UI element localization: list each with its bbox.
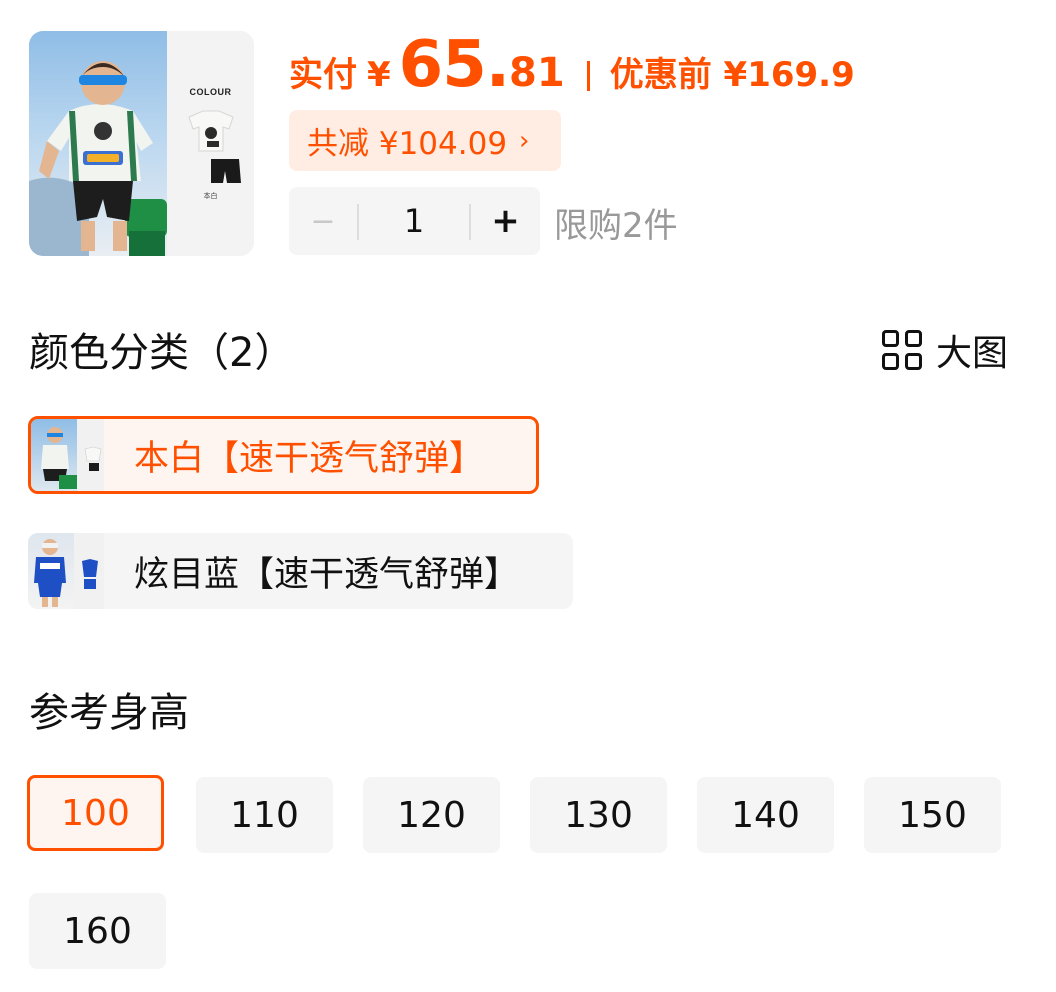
white-outfit-thumbnail-icon [31,419,104,491]
big-view-button[interactable]: 大图 [882,324,1008,376]
quantity-stepper: − 1 + [289,187,540,255]
color-option-blue[interactable]: 炫目蓝【速干透气舒弹】 [28,533,573,609]
price-integer: 65. [398,28,510,102]
color-option-white[interactable]: 本白【速干透气舒弹】 [28,416,539,494]
boy-model-illustration [29,61,167,256]
height-option-100[interactable]: 100 [27,775,164,851]
purchase-limit: 限购2件 [554,206,678,246]
currency-symbol: ¥ [367,55,391,95]
height-section-title: 参考身高 [29,690,189,736]
height-option-120[interactable]: 120 [363,777,500,853]
grid-icon [882,330,922,370]
colour-panel: COLOUR 本白 [167,31,254,256]
height-option-130[interactable]: 130 [530,777,667,853]
discount-detail-button[interactable]: 共减 ¥104.09 › [289,110,561,171]
color-section-title: 颜色分类（2） [29,330,295,376]
decrement-button[interactable]: − [289,187,357,255]
variant-caption: 本白 [203,192,218,200]
product-photo [29,31,167,256]
big-view-label: 大图 [936,333,1009,374]
height-option-140[interactable]: 140 [697,777,834,853]
price-divider [586,61,590,91]
height-option-110[interactable]: 110 [196,777,333,853]
color-option-label: 炫目蓝【速干透气舒弹】 [134,554,520,595]
price-line: 实付 ¥ 65. 81 优惠前 ¥169.9 [289,28,855,104]
chevron-right-icon: › [519,125,530,156]
original-price: 优惠前 ¥169.9 [609,55,855,95]
discount-label: 共减 ¥104.09 [307,126,508,162]
color-option-label: 本白【速干透气舒弹】 [134,438,485,479]
blue-outfit-thumbnail-icon [28,533,104,609]
height-option-160[interactable]: 160 [29,893,166,969]
height-option-150[interactable]: 150 [864,777,1001,853]
pay-label: 实付 [289,55,357,95]
outfit-flatlay-icon [188,110,241,183]
price-decimal: 81 [509,50,565,96]
product-thumbnail[interactable]: COLOUR 本白 [29,31,254,256]
increment-button[interactable]: + [471,187,540,255]
quantity-value[interactable]: 1 [359,187,469,255]
